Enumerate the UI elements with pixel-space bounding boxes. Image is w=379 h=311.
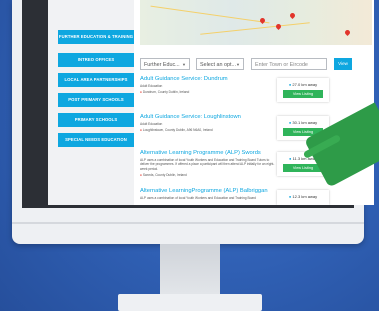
listing-card: ● 27.0 km away View Listing bbox=[277, 78, 329, 102]
distance-label: ● 30.1 km away bbox=[288, 120, 318, 125]
chevron-down-icon: ▼ bbox=[236, 62, 240, 67]
map-pin-icon[interactable] bbox=[258, 16, 267, 25]
category-select-value: Further Educ... bbox=[144, 62, 180, 68]
sidebar-item-local-area-partnerships[interactable]: LOCAL AREA PARTNERSHIPS bbox=[58, 73, 134, 87]
location-input[interactable]: Enter Town or Eircode bbox=[251, 58, 327, 70]
monitor-chin bbox=[12, 222, 364, 224]
map[interactable] bbox=[140, 0, 372, 45]
search-button[interactable]: View bbox=[334, 58, 352, 70]
listing-description: ALP uses a combination of local Youth Wo… bbox=[140, 158, 275, 171]
listing-location: ● Swords, County Dublin, Ireland bbox=[140, 173, 187, 177]
list-item: Adult Guidance Service: Dundrum Adult Ed… bbox=[140, 76, 370, 106]
sidebar-item-post-primary-schools[interactable]: POST PRIMARY SCHOOLS bbox=[58, 93, 134, 107]
distance-label: ● 12.3 km away bbox=[288, 194, 318, 199]
distance-label: ● 27.0 km away bbox=[288, 82, 318, 87]
listing-description: ALP uses a combination of local Youth Wo… bbox=[140, 196, 256, 200]
listing-description: Adult Education bbox=[140, 122, 163, 126]
monitor-base bbox=[118, 294, 262, 311]
map-road bbox=[200, 22, 310, 35]
sidebar-item-special-needs-education[interactable]: SPECIAL NEEDS EDUCATION bbox=[58, 133, 134, 147]
option-select-value: Select an opt... bbox=[200, 62, 236, 68]
screen-bezel: FURTHER EDUCATION & TRAINING INTREO OFFI… bbox=[22, 0, 374, 208]
listing-location: ● Dundrum, County Dublin, Ireland bbox=[140, 90, 190, 94]
listing-location: ● Loughlinstown, County Dublin, A96 N6A0… bbox=[140, 128, 213, 132]
listing-title[interactable]: Alternative Learning Programme (ALP) Swo… bbox=[140, 150, 261, 156]
sidebar-item-primary-schools[interactable]: PRIMARY SCHOOLS bbox=[58, 113, 134, 127]
map-road bbox=[150, 5, 270, 24]
sidebar-item-intreo-offices[interactable]: INTREO OFFICES bbox=[58, 53, 134, 67]
map-pin-icon[interactable] bbox=[274, 22, 283, 31]
listing-title[interactable]: Adult Guidance Service: Loughlinstown bbox=[140, 114, 241, 120]
chevron-down-icon: ▼ bbox=[182, 62, 186, 67]
listing-card: ● 12.3 km away bbox=[277, 190, 329, 205]
listing-description: Adult Education bbox=[140, 84, 163, 88]
view-listing-button[interactable]: View Listing bbox=[283, 90, 323, 98]
category-select[interactable]: Further Educ... ▼ bbox=[140, 58, 190, 70]
monitor: FURTHER EDUCATION & TRAINING INTREO OFFI… bbox=[12, 0, 374, 244]
category-sidebar: FURTHER EDUCATION & TRAINING INTREO OFFI… bbox=[48, 0, 134, 205]
option-select[interactable]: Select an opt... ▼ bbox=[196, 58, 244, 70]
map-pin-icon[interactable] bbox=[288, 11, 297, 20]
location-input-placeholder: Enter Town or Eircode bbox=[255, 62, 308, 68]
sidebar-item-further-education[interactable]: FURTHER EDUCATION & TRAINING bbox=[58, 30, 134, 44]
map-pin-icon[interactable] bbox=[343, 28, 352, 37]
listing-title[interactable]: Alternative LearningProgramme (ALP) Balb… bbox=[140, 188, 268, 194]
monitor-stand bbox=[160, 244, 220, 296]
listing-title[interactable]: Adult Guidance Service: Dundrum bbox=[140, 76, 228, 82]
list-item: Alternative LearningProgramme (ALP) Balb… bbox=[140, 188, 370, 205]
